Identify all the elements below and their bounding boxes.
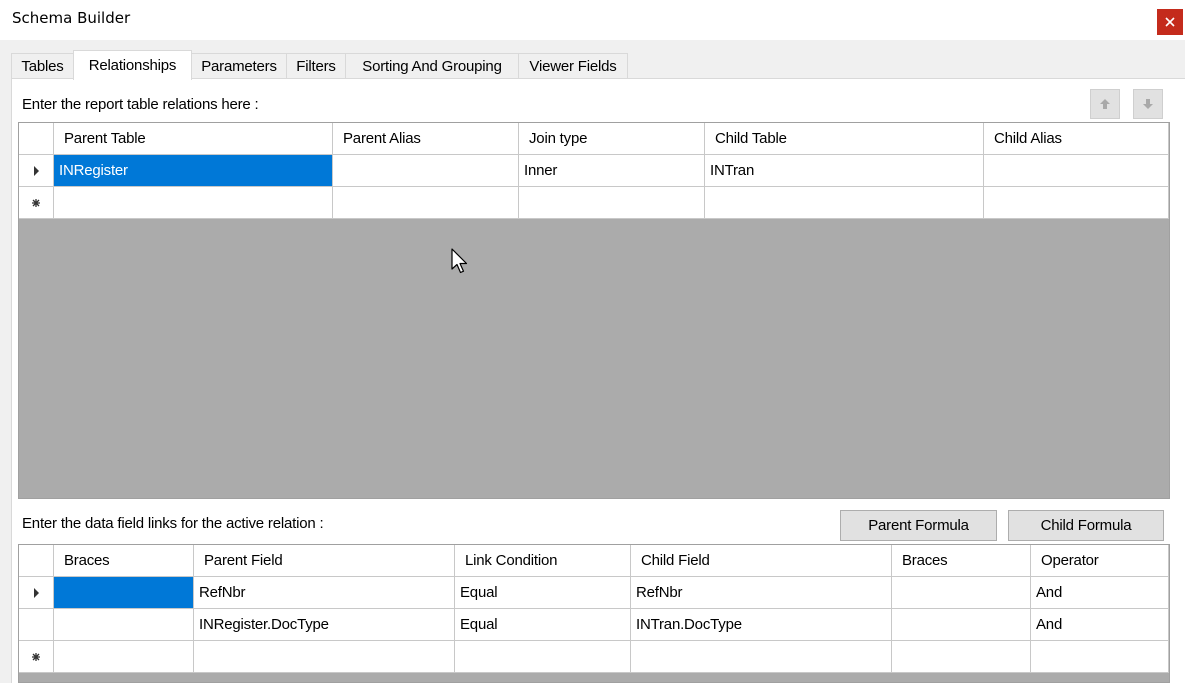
cell-child-alias[interactable] <box>984 155 1169 187</box>
tab-label: Relationships <box>88 57 177 74</box>
relations-header-row: Parent Table Parent Alias Join type Chil… <box>19 123 1169 155</box>
mouse-cursor-icon <box>451 248 468 274</box>
move-down-button[interactable] <box>1133 89 1163 119</box>
cell-parent-field[interactable] <box>194 641 455 673</box>
cell-parent-table[interactable]: INRegister <box>54 155 333 187</box>
cell-braces-close[interactable] <box>892 577 1031 609</box>
tab-label: Parameters <box>201 58 277 75</box>
close-icon <box>1165 17 1175 27</box>
move-up-button[interactable] <box>1090 89 1120 119</box>
tab-filters[interactable]: Filters <box>286 53 346 79</box>
tab-label: Sorting And Grouping <box>362 58 502 75</box>
cell-parent-table[interactable] <box>54 187 333 219</box>
cell-child-table[interactable]: INTran <box>705 155 984 187</box>
cell-operator[interactable]: And <box>1031 577 1169 609</box>
tab-sorting-and-grouping[interactable]: Sorting And Grouping <box>345 53 519 79</box>
links-caption: Enter the data field links for the activ… <box>22 515 324 532</box>
links-grid[interactable]: Braces Parent Field Link Condition Child… <box>18 544 1170 683</box>
column-header-parent-field[interactable]: Parent Field <box>194 545 455 577</box>
title-bar: Schema Builder <box>0 0 1185 40</box>
table-row[interactable]: RefNbr Equal RefNbr And <box>19 577 1169 609</box>
cell-parent-alias[interactable] <box>333 155 519 187</box>
child-formula-button[interactable]: Child Formula <box>1008 510 1164 541</box>
row-header-corner <box>19 545 54 577</box>
window-title: Schema Builder <box>12 9 131 27</box>
tab-parameters[interactable]: Parameters <box>191 53 287 79</box>
cell-braces-open[interactable] <box>54 641 194 673</box>
cell-parent-field[interactable]: INRegister.DocType <box>194 609 455 641</box>
column-header-operator[interactable]: Operator <box>1031 545 1169 577</box>
table-row[interactable]: INRegister.DocType Equal INTran.DocType … <box>19 609 1169 641</box>
column-header-parent-alias[interactable]: Parent Alias <box>333 123 519 155</box>
column-header-braces-close[interactable]: Braces <box>892 545 1031 577</box>
table-row[interactable]: INRegister Inner INTran <box>19 155 1169 187</box>
parent-formula-button[interactable]: Parent Formula <box>840 510 997 541</box>
row-selector[interactable] <box>19 609 54 641</box>
cell-link-condition[interactable]: Equal <box>455 609 631 641</box>
cell-child-field[interactable] <box>631 641 892 673</box>
column-header-join-type[interactable]: Join type <box>519 123 705 155</box>
cell-join-type[interactable] <box>519 187 705 219</box>
current-row-arrow-icon <box>33 587 39 598</box>
new-row-star-icon <box>32 198 40 207</box>
cell-link-condition[interactable] <box>455 641 631 673</box>
cell-parent-alias[interactable] <box>333 187 519 219</box>
cell-child-field[interactable]: INTran.DocType <box>631 609 892 641</box>
tab-label: Viewer Fields <box>529 58 617 75</box>
cell-join-type[interactable]: Inner <box>519 155 705 187</box>
tab-label: Tables <box>21 58 64 75</box>
row-selector[interactable] <box>19 577 54 609</box>
tab-label: Filters <box>296 58 336 75</box>
cell-link-condition[interactable]: Equal <box>455 577 631 609</box>
column-header-braces-open[interactable]: Braces <box>54 545 194 577</box>
cell-child-field[interactable]: RefNbr <box>631 577 892 609</box>
relations-grid[interactable]: Parent Table Parent Alias Join type Chil… <box>18 122 1170 499</box>
cell-child-table[interactable] <box>705 187 984 219</box>
column-header-child-alias[interactable]: Child Alias <box>984 123 1169 155</box>
column-header-parent-table[interactable]: Parent Table <box>54 123 333 155</box>
cell-parent-field[interactable]: RefNbr <box>194 577 455 609</box>
cell-braces-close[interactable] <box>892 641 1031 673</box>
cell-child-alias[interactable] <box>984 187 1169 219</box>
row-header-corner <box>19 123 54 155</box>
new-row[interactable] <box>19 187 1169 219</box>
cell-braces-open[interactable] <box>54 609 194 641</box>
cell-operator[interactable]: And <box>1031 609 1169 641</box>
current-row-arrow-icon <box>33 165 39 176</box>
column-header-child-field[interactable]: Child Field <box>631 545 892 577</box>
links-header-row: Braces Parent Field Link Condition Child… <box>19 545 1169 577</box>
row-selector[interactable] <box>19 155 54 187</box>
arrow-up-icon <box>1100 99 1110 109</box>
tab-tables[interactable]: Tables <box>11 53 74 79</box>
cell-braces-open[interactable] <box>54 577 194 609</box>
row-selector[interactable] <box>19 641 54 673</box>
cell-braces-close[interactable] <box>892 609 1031 641</box>
tab-relationships[interactable]: Relationships <box>73 50 192 80</box>
tab-viewer-fields[interactable]: Viewer Fields <box>518 53 628 79</box>
close-button[interactable] <box>1157 9 1183 35</box>
row-selector[interactable] <box>19 187 54 219</box>
new-row[interactable] <box>19 641 1169 673</box>
column-header-child-table[interactable]: Child Table <box>705 123 984 155</box>
new-row-star-icon <box>32 652 40 661</box>
relations-caption: Enter the report table relations here : <box>22 96 259 113</box>
column-header-link-condition[interactable]: Link Condition <box>455 545 631 577</box>
cell-operator[interactable] <box>1031 641 1169 673</box>
arrow-down-icon <box>1143 99 1153 109</box>
